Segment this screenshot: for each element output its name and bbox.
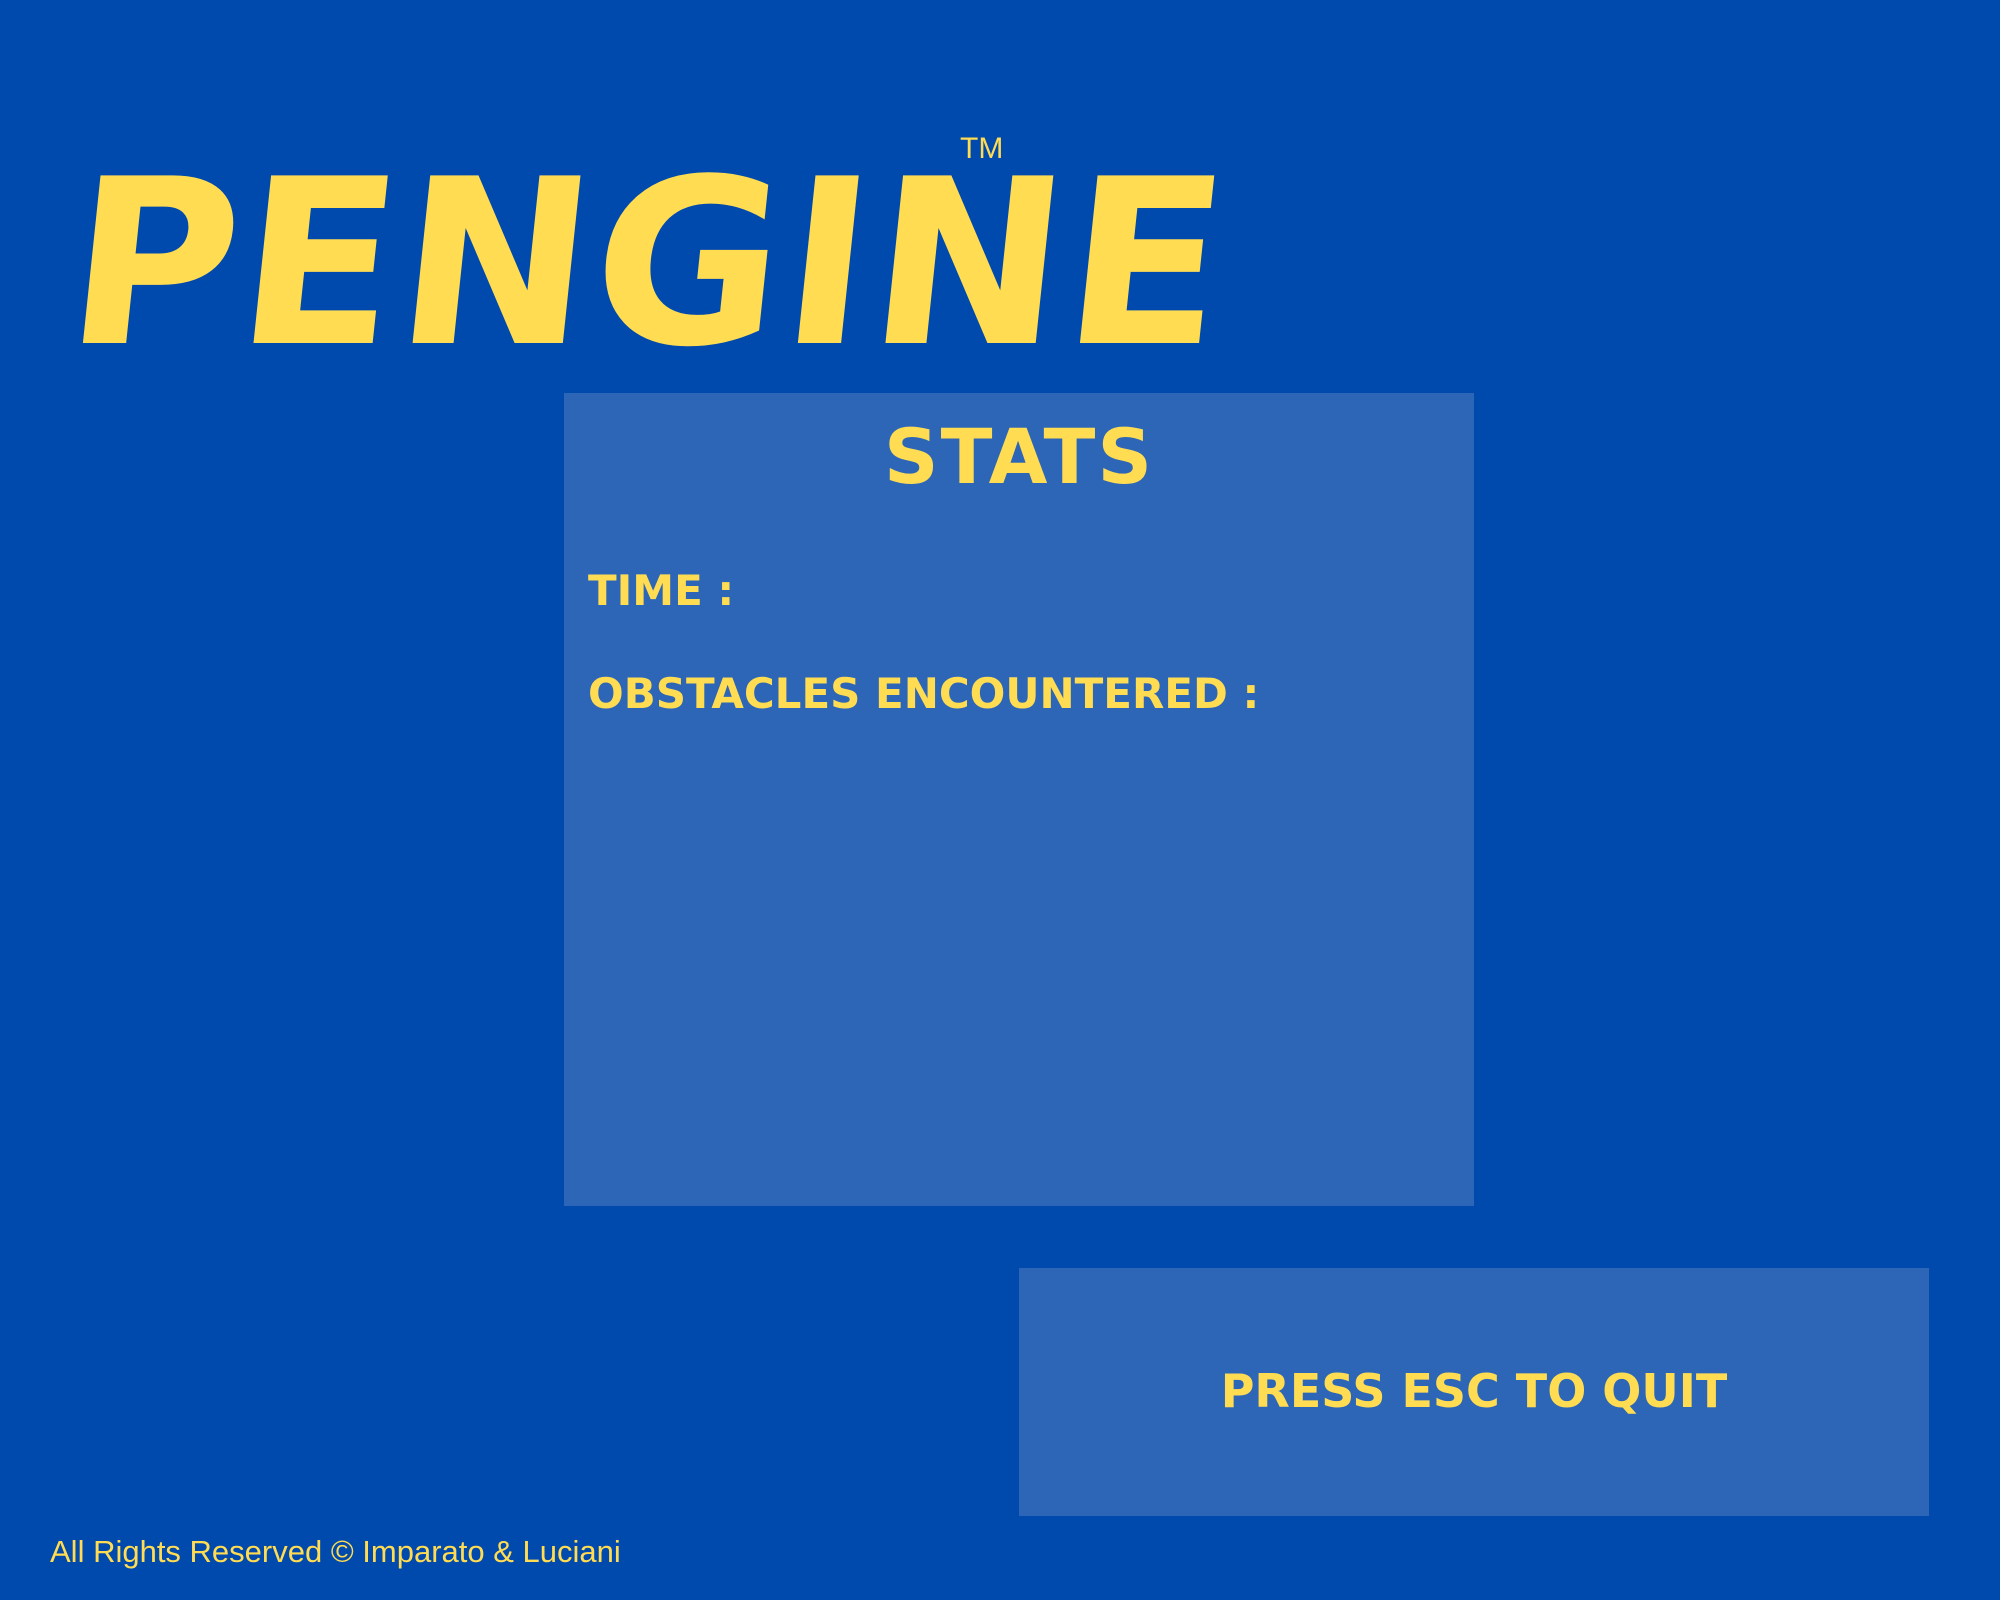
trademark-symbol: TM: [960, 132, 1004, 165]
time-label: TIME :: [588, 566, 735, 615]
game-logo-title: PENGINE: [56, 131, 1241, 398]
stats-panel: STATS TIME : OBSTACLES ENCOUNTERED :: [564, 393, 1474, 1206]
obstacles-encountered-label: OBSTACLES ENCOUNTERED :: [588, 669, 1260, 718]
quit-prompt-panel: PRESS ESC TO QUIT: [1019, 1268, 1929, 1516]
stats-title: STATS: [883, 412, 1155, 501]
quit-prompt-label: PRESS ESC TO QUIT: [1220, 1364, 1728, 1418]
copyright-footer: All Rights Reserved © Imparato & Luciani: [50, 1534, 621, 1569]
